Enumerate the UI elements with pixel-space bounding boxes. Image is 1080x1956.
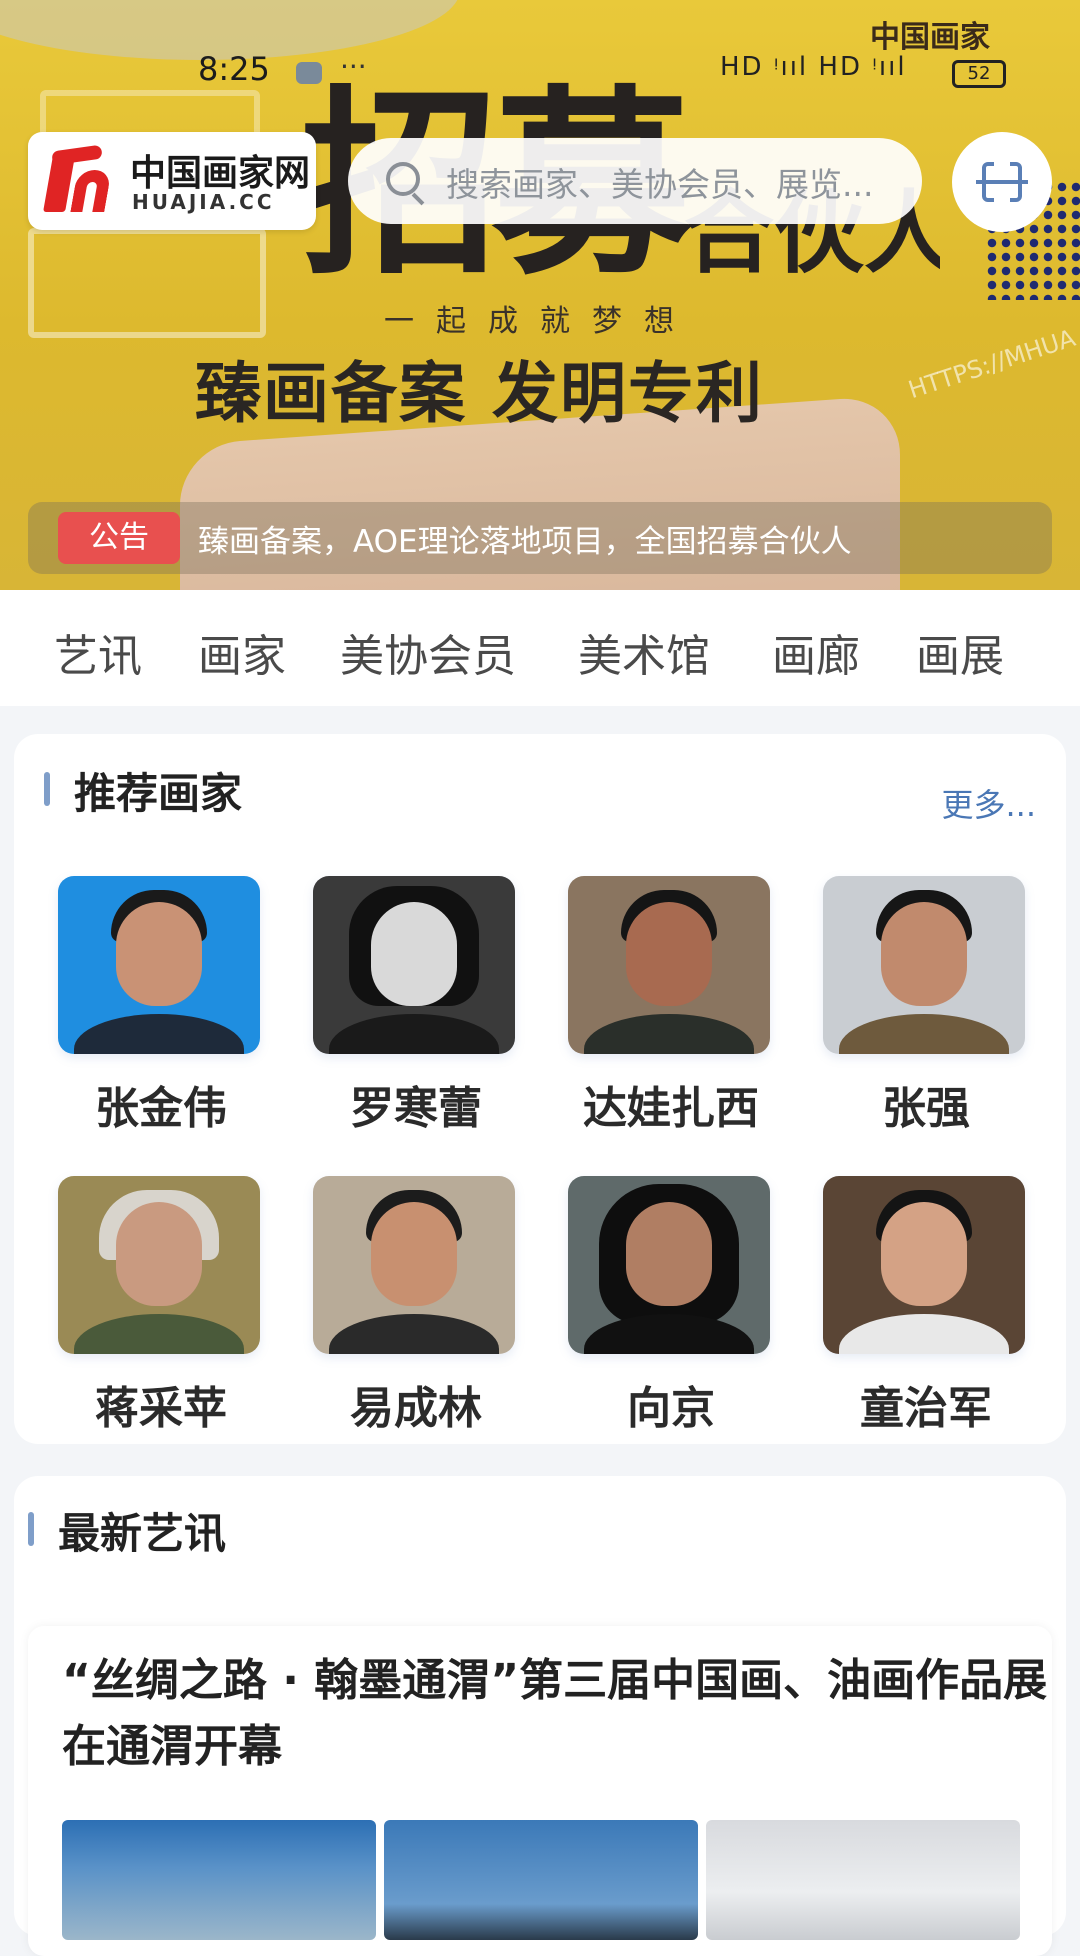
- artist-photo: [313, 876, 515, 1054]
- artist-name: 蒋采苹: [95, 1383, 227, 1434]
- announcement-bar[interactable]: 公告 臻画备案，AOE理论落地项目，全国招募合伙人: [28, 502, 1052, 574]
- announcement-tag: 公告: [58, 512, 180, 564]
- battery-icon: 52: [952, 60, 1006, 88]
- section-title: 最新艺讯: [58, 1509, 227, 1558]
- artist-card[interactable]: 童治军: [819, 1176, 1033, 1434]
- artist-name: 张金伟: [95, 1083, 227, 1134]
- artist-card[interactable]: 罗寒蕾: [309, 876, 523, 1134]
- more-link[interactable]: 更多...: [941, 780, 1036, 826]
- more-notifications-icon: ···: [340, 50, 367, 83]
- artist-photo: [568, 1176, 770, 1354]
- artist-card[interactable]: 蒋采苹: [54, 1176, 268, 1434]
- artist-photo: [823, 876, 1025, 1054]
- message-notification-icon: [296, 62, 322, 84]
- category-nav: 艺讯 画家 美协会员 美术馆 画廊 画展: [0, 590, 1080, 706]
- nav-item-museums[interactable]: 美术馆: [578, 620, 710, 684]
- search-placeholder: 搜索画家、美协会员、展览...: [446, 165, 874, 204]
- scan-button[interactable]: [952, 132, 1052, 232]
- section-accent-bar: [28, 1512, 34, 1546]
- nav-item-painters[interactable]: 画家: [198, 620, 286, 684]
- article-thumbnail: [62, 1820, 376, 1940]
- search-bar[interactable]: 搜索画家、美协会员、展览...: [348, 138, 922, 224]
- nav-item-exhibitions[interactable]: 画展: [916, 620, 1004, 684]
- banner-tagline: 臻画备案 发明专利: [195, 355, 764, 432]
- artist-name: 罗寒蕾: [350, 1083, 482, 1134]
- artist-card[interactable]: 向京: [564, 1176, 778, 1434]
- signal-wifi-icon: HD ᵎııl HD ᵎııl: [720, 52, 907, 82]
- article-thumbnail: [706, 1820, 1020, 1940]
- artist-card[interactable]: 达娃扎西: [564, 876, 778, 1134]
- announcement-text: 臻画备案，AOE理论落地项目，全国招募合伙人: [198, 524, 852, 560]
- search-icon: [386, 162, 420, 196]
- article-title: “丝绸之路 · 翰墨通渭”第三届中国画、油画作品展在通渭开幕: [62, 1655, 1048, 1772]
- banner-slogan: 一起成就梦想: [384, 304, 696, 339]
- artist-name: 向京: [627, 1383, 715, 1434]
- artist-card[interactable]: 张金伟: [54, 876, 268, 1134]
- artist-card[interactable]: 易成林: [309, 1176, 523, 1434]
- artist-card[interactable]: 张强: [819, 876, 1033, 1134]
- site-logo[interactable]: 中国画家网 HUAJIA.CC: [28, 132, 316, 230]
- artist-photo: [568, 876, 770, 1054]
- article-thumbnail: [384, 1820, 698, 1940]
- artist-photo: [823, 1176, 1025, 1354]
- status-bar: 8:25 ··· HD ᵎııl HD ᵎııl 52: [0, 50, 1080, 100]
- artist-name: 张强: [882, 1083, 970, 1134]
- logo-text-en: HUAJIA.CC: [132, 190, 275, 214]
- artist-name: 达娃扎西: [583, 1083, 759, 1134]
- artist-photo: [58, 1176, 260, 1354]
- artist-name: 易成林: [350, 1383, 482, 1434]
- news-article[interactable]: “丝绸之路 · 翰墨通渭”第三届中国画、油画作品展在通渭开幕: [28, 1626, 1052, 1956]
- section-title: 推荐画家: [74, 769, 243, 818]
- artist-name: 童治军: [860, 1383, 992, 1434]
- recommended-painters-card: 推荐画家 更多... 张金伟 罗寒蕾 达娃扎西 张强 蒋采苹 易成林 向京 童治…: [14, 734, 1066, 1444]
- nav-item-news[interactable]: 艺讯: [54, 620, 142, 684]
- logo-mark-icon: [43, 144, 114, 214]
- artist-photo: [58, 876, 260, 1054]
- nav-item-galleries[interactable]: 画廊: [772, 620, 860, 684]
- section-accent-bar: [44, 772, 50, 806]
- logo-text-cn: 中国画家网: [130, 152, 311, 194]
- nav-item-members[interactable]: 美协会员: [340, 620, 516, 684]
- status-time: 8:25: [198, 50, 270, 88]
- artist-photo: [313, 1176, 515, 1354]
